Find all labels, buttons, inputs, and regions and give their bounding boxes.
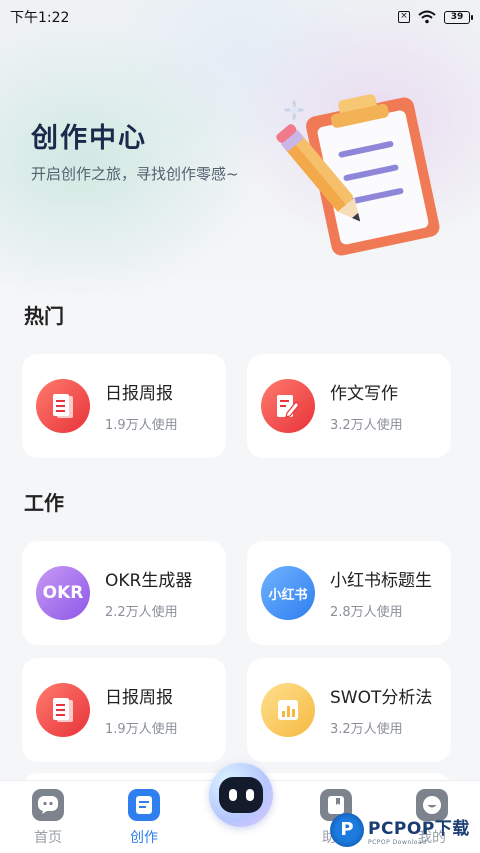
tool-name: 小红书标题生 [330, 571, 432, 591]
tool-name: SWOT分析法 [330, 688, 433, 708]
tool-usage: 2.8万人使用 [330, 605, 403, 620]
tool-card-okr-generator[interactable]: OKR OKR生成器 2.2万人使用 [22, 541, 226, 645]
pcpop-watermark: P PCPOP下载 PCPOP Download [330, 806, 480, 853]
page-title: 创作中心 [31, 123, 147, 154]
chat-bubble-icon [32, 789, 64, 821]
battery-icon: 39 [444, 10, 473, 24]
document-icon [128, 789, 160, 821]
essay-pen-icon [261, 379, 315, 433]
status-time: 下午1:22 [10, 10, 70, 26]
section-title-hot: 热门 [24, 304, 64, 328]
status-bar: 下午1:22 × 39 [0, 0, 480, 34]
robot-icon [219, 777, 263, 813]
bar-chart-icon [261, 683, 315, 737]
tool-usage: 3.2万人使用 [330, 722, 403, 737]
tab-create[interactable]: 创作 [114, 789, 174, 847]
tool-usage: 2.2万人使用 [105, 605, 178, 620]
tool-card-essay-writing[interactable]: 作文写作 3.2万人使用 [247, 354, 451, 458]
tool-card-swot-analysis[interactable]: SWOT分析法 3.2万人使用 [247, 658, 451, 762]
watermark-subtext: PCPOP Download [368, 838, 427, 846]
tool-name: 日报周报 [105, 384, 173, 404]
pcpop-logo-icon: P [330, 812, 364, 847]
tool-card-daily-report[interactable]: 日报周报 1.9万人使用 [22, 354, 226, 458]
tool-usage: 1.9万人使用 [105, 722, 178, 737]
page-subtitle: 开启创作之旅，寻找创作零感~ [31, 165, 239, 183]
robot-assistant-button[interactable] [209, 763, 273, 827]
tool-usage: 3.2万人使用 [330, 418, 403, 433]
tool-name: 日报周报 [105, 688, 173, 708]
wifi-icon [418, 10, 436, 24]
section-title-work: 工作 [24, 491, 64, 515]
tab-home[interactable]: 首页 [18, 789, 78, 847]
tool-card-xiaohongshu-title[interactable]: 小红书 小红书标题生 2.8万人使用 [247, 541, 451, 645]
tool-name: 作文写作 [330, 384, 398, 404]
tool-card-daily-report-2[interactable]: 日报周报 1.9万人使用 [22, 658, 226, 762]
watermark-text: PCPOP下载 [368, 818, 470, 839]
okr-icon: OKR [36, 566, 90, 620]
status-icons: × 39 [398, 10, 473, 24]
xiaohongshu-icon: 小红书 [261, 566, 315, 620]
tool-usage: 1.9万人使用 [105, 418, 178, 433]
tab-label: 首页 [34, 830, 62, 846]
report-icon [36, 683, 90, 737]
tool-name: OKR生成器 [105, 571, 193, 591]
report-icon [36, 379, 90, 433]
tab-label: 创作 [130, 830, 158, 846]
clipboard-pencil-illustration [276, 94, 440, 256]
no-sim-icon: × [398, 11, 410, 23]
